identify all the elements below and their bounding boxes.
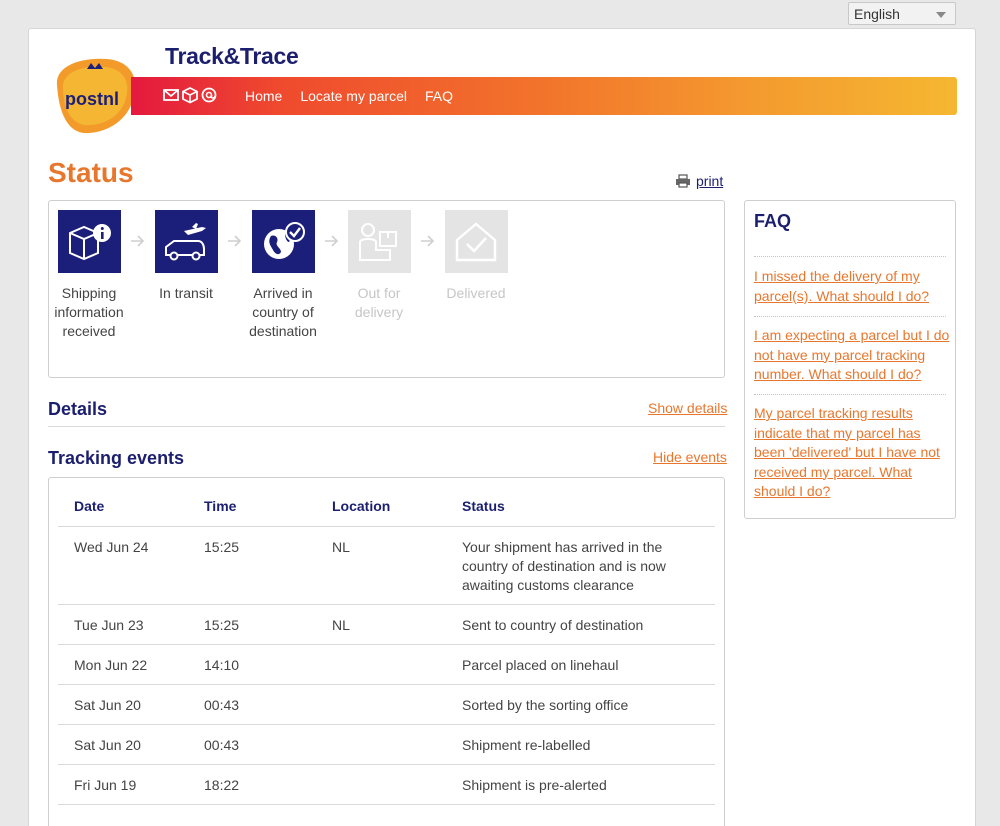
cell-status: Sorted by the sorting office	[446, 684, 715, 725]
cell-time: 14:10	[188, 644, 316, 685]
cell-time: 00:43	[188, 684, 316, 725]
language-value: English	[854, 6, 900, 22]
faq-divider	[754, 256, 946, 257]
details-divider	[48, 426, 725, 427]
chevron-down-icon	[936, 12, 946, 18]
cell-time: 15:25	[188, 526, 316, 605]
step-label: Out for delivery	[354, 285, 404, 320]
cell-date: Sat Jun 20	[58, 684, 188, 725]
nav-home[interactable]: Home	[245, 88, 282, 104]
cell-status: Your shipment has arrived in the country…	[446, 526, 715, 605]
nav-bar: Home Locate my parcel FAQ	[131, 77, 957, 115]
step-in-transit: In transit	[146, 210, 226, 303]
cell-date: Sat Jun 20	[58, 724, 188, 765]
col-location: Location	[316, 486, 446, 527]
tracking-events-panel: Date Time Location Status Wed Jun 24 15:…	[48, 477, 725, 826]
col-time: Time	[188, 486, 316, 527]
tracking-events-table: Date Time Location Status Wed Jun 24 15:…	[58, 486, 715, 805]
table-header-row: Date Time Location Status	[58, 486, 715, 527]
hide-events-link[interactable]: Hide events	[653, 449, 727, 465]
cell-status: Parcel placed on linehaul	[446, 644, 715, 685]
cell-status: Shipment is pre-alerted	[446, 764, 715, 805]
cell-location	[316, 724, 446, 765]
status-title: Status	[48, 157, 134, 188]
details-title: Details	[48, 399, 108, 419]
faq-title: FAQ	[754, 211, 792, 231]
nav-locate-parcel[interactable]: Locate my parcel	[300, 88, 407, 104]
faq-divider	[754, 316, 946, 317]
parcel-info-icon	[57, 210, 121, 273]
step-shipping-info: Shipping information received	[49, 210, 129, 341]
cell-date: Tue Jun 23	[58, 604, 188, 645]
step-label: Delivered	[446, 285, 506, 301]
table-row: Sat Jun 20 00:43 Shipment re-labelled	[58, 724, 715, 765]
faq-divider	[754, 394, 946, 395]
cell-location	[316, 644, 446, 685]
printer-icon	[676, 174, 690, 188]
nav-faq[interactable]: FAQ	[425, 88, 453, 104]
chevron-right-icon	[131, 235, 145, 247]
faq-link-not-received[interactable]: My parcel tracking results indicate that…	[754, 404, 950, 502]
status-steps: Shipping information received In transit…	[48, 200, 725, 378]
cell-date: Mon Jun 22	[58, 644, 188, 685]
mail-icon[interactable]	[163, 86, 179, 104]
cell-status: Shipment re-labelled	[446, 724, 715, 765]
cell-location	[316, 684, 446, 725]
cell-status: Sent to country of destination	[446, 604, 715, 645]
cell-time: 00:43	[188, 724, 316, 765]
step-label: Arrived in country of destination	[249, 285, 317, 339]
col-status: Status	[446, 486, 715, 527]
step-out-for-delivery: Out for delivery	[339, 210, 419, 322]
step-delivered: Delivered	[436, 210, 516, 303]
page-container: postnl Track&Trace Home Locate my parcel…	[28, 28, 976, 826]
brand-title: Track&Trace	[165, 43, 299, 69]
table-row: Mon Jun 22 14:10 Parcel placed on lineha…	[58, 644, 715, 685]
chevron-right-icon	[421, 235, 435, 247]
package-icon[interactable]	[182, 86, 198, 104]
chevron-right-icon	[325, 235, 339, 247]
step-label: Shipping information received	[54, 285, 124, 339]
cell-time: 15:25	[188, 604, 316, 645]
globe-check-icon	[251, 210, 315, 273]
col-date: Date	[58, 486, 188, 527]
faq-panel: FAQ I missed the delivery of my parcel(s…	[744, 200, 956, 519]
cell-location: NL	[316, 604, 446, 645]
cell-location	[316, 764, 446, 805]
step-label: In transit	[159, 285, 213, 301]
step-arrived-destination: Arrived in country of destination	[243, 210, 323, 341]
table-row: Tue Jun 23 15:25 NL Sent to country of d…	[58, 604, 715, 645]
table-row: Sat Jun 20 00:43 Sorted by the sorting o…	[58, 684, 715, 725]
plane-van-icon	[154, 210, 218, 273]
language-select[interactable]: English	[848, 2, 956, 25]
faq-link-missed-delivery[interactable]: I missed the delivery of my parcel(s). W…	[754, 267, 950, 306]
cell-location: NL	[316, 526, 446, 605]
cell-time: 18:22	[188, 764, 316, 805]
table-row: Fri Jun 19 18:22 Shipment is pre-alerted	[58, 764, 715, 805]
tracking-events-title: Tracking events	[48, 448, 185, 468]
postnl-logo[interactable]: postnl	[53, 55, 137, 135]
table-row: Wed Jun 24 15:25 NL Your shipment has ar…	[58, 526, 715, 605]
show-details-link[interactable]: Show details	[648, 400, 727, 416]
print-link[interactable]: print	[675, 173, 723, 189]
courier-icon	[347, 210, 411, 273]
print-label: print	[696, 173, 724, 189]
logo-text: postnl	[65, 89, 119, 109]
cell-date: Wed Jun 24	[58, 526, 188, 605]
house-check-icon	[444, 210, 508, 273]
chevron-right-icon	[228, 235, 242, 247]
faq-link-no-tracking-number[interactable]: I am expecting a parcel but I do not hav…	[754, 326, 950, 385]
at-icon[interactable]	[201, 86, 217, 104]
cell-date: Fri Jun 19	[58, 764, 188, 805]
